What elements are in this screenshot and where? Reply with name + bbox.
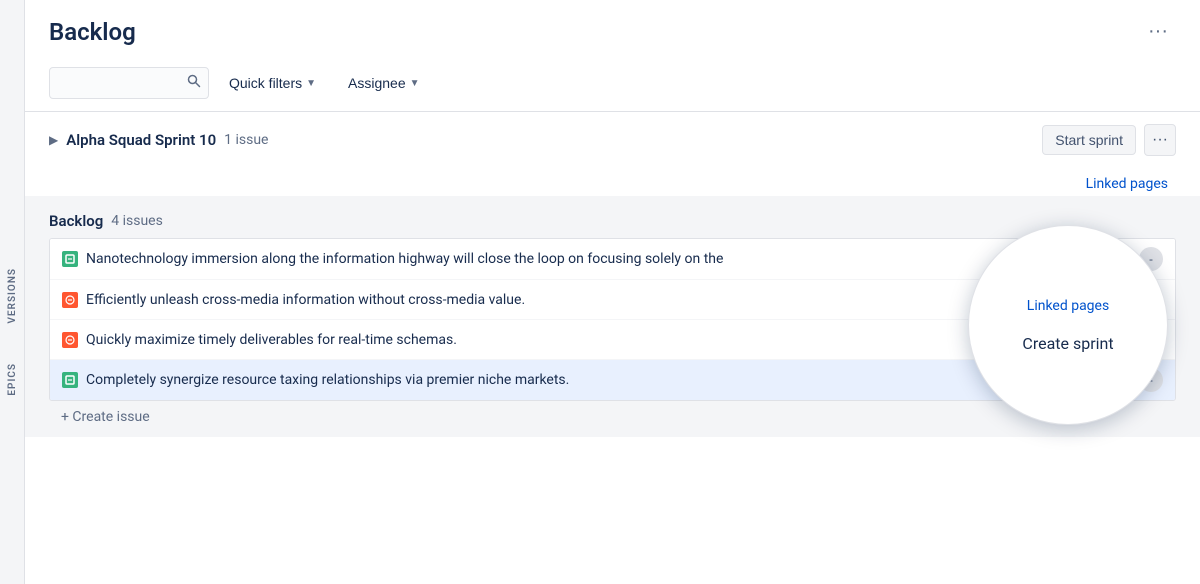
- sprint-more-button[interactable]: ···: [1144, 124, 1176, 156]
- search-input[interactable]: [49, 67, 209, 99]
- versions-label[interactable]: VERSIONS: [7, 268, 18, 324]
- epics-label[interactable]: EPICS: [7, 363, 18, 396]
- sprint-header-left: ▶ Alpha Squad Sprint 10 1 issue: [49, 131, 268, 149]
- context-menu[interactable]: Linked pages Create sprint: [968, 225, 1168, 425]
- side-panel: VERSIONS EPICS: [0, 0, 24, 584]
- header-more-button[interactable]: ···: [1140, 16, 1176, 47]
- issue-summary: Quickly maximize timely deliverables for…: [86, 332, 1102, 348]
- sprint-issue-count: 1 issue: [224, 132, 268, 148]
- backlog-issue-count: 4 issues: [111, 213, 163, 229]
- issue-summary: Completely synergize resource taxing rel…: [86, 372, 1072, 388]
- linked-pages-link[interactable]: Linked pages: [1078, 172, 1176, 196]
- backlog-header: Backlog 4 issues: [49, 212, 1176, 230]
- issue-type-bug-icon: [62, 332, 78, 348]
- create-issue-button[interactable]: + Create issue: [49, 401, 1176, 433]
- start-sprint-button[interactable]: Start sprint: [1042, 125, 1136, 155]
- sprint-header-right: Start sprint ···: [1042, 124, 1176, 156]
- sprint-section: ▶ Alpha Squad Sprint 10 1 issue Start sp…: [25, 112, 1200, 168]
- sprint-header: ▶ Alpha Squad Sprint 10 1 issue Start sp…: [49, 124, 1176, 156]
- assignee-chevron-icon: ▼: [410, 78, 420, 89]
- quick-filters-button[interactable]: Quick filters ▼: [217, 69, 328, 97]
- toolbar: Quick filters ▼ Assignee ▼: [25, 59, 1200, 111]
- page-title: Backlog: [49, 18, 136, 46]
- search-container: [49, 67, 209, 99]
- sprint-name: Alpha Squad Sprint 10: [66, 131, 216, 149]
- issue-type-story-icon: [62, 251, 78, 267]
- page-header: Backlog ···: [25, 0, 1200, 59]
- issue-type-bug-icon: [62, 292, 78, 308]
- sprint-expand-icon[interactable]: ▶: [49, 133, 58, 147]
- quick-filters-chevron-icon: ▼: [306, 78, 316, 89]
- assignee-filter-button[interactable]: Assignee ▼: [336, 69, 432, 97]
- issue-summary: Nanotechnology immersion along the infor…: [86, 251, 1071, 267]
- create-sprint-menu-item[interactable]: Create sprint: [969, 328, 1167, 359]
- backlog-title: Backlog: [49, 212, 103, 230]
- issue-type-story-icon: [62, 372, 78, 388]
- linked-pages-menu-item[interactable]: Linked pages: [969, 292, 1167, 320]
